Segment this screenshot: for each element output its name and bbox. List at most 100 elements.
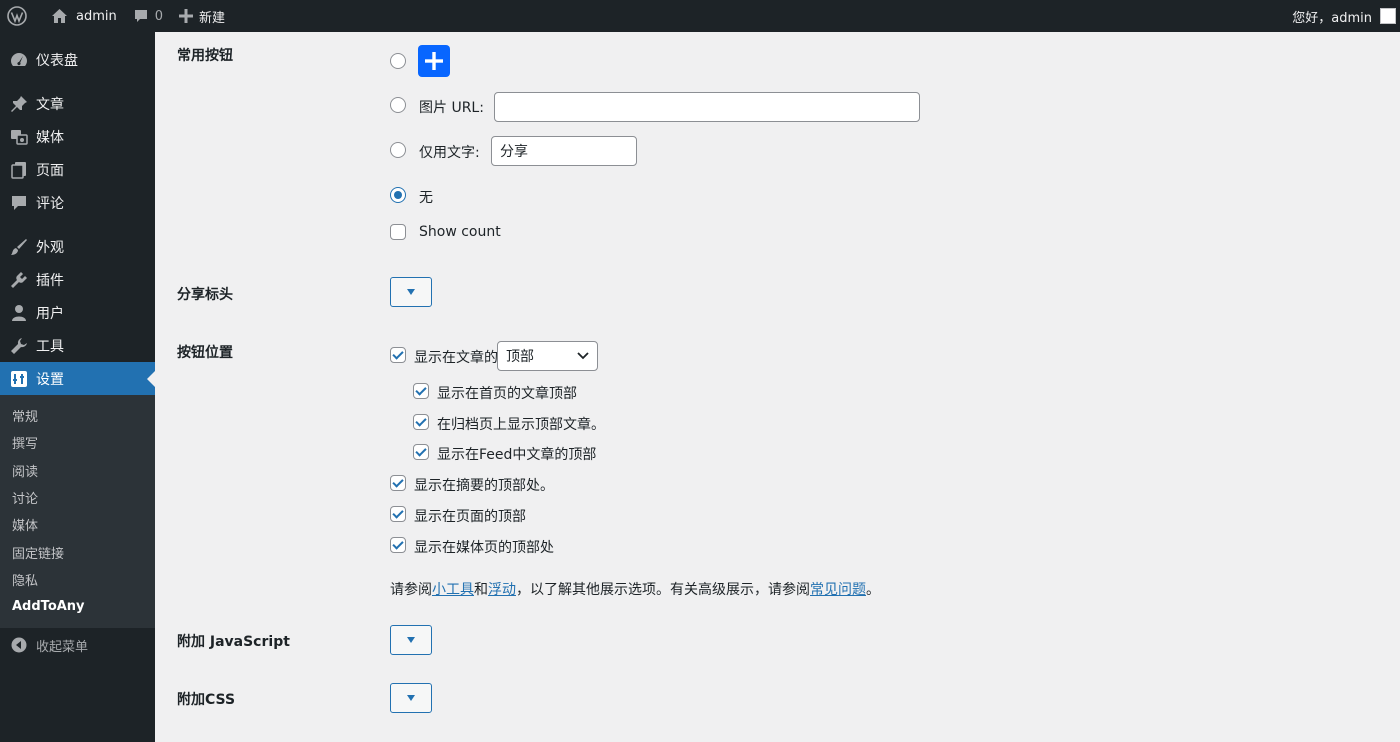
display-in-feed-checkbox[interactable] [413, 444, 429, 460]
sidebar-item-label: 页面 [36, 162, 64, 179]
image-url-input[interactable] [494, 92, 920, 122]
display-on-media-checkbox[interactable] [390, 537, 406, 553]
submenu-item-discussion[interactable]: 讨论 [0, 484, 155, 511]
help-text-part: 和 [474, 582, 488, 598]
sidebar-item-dashboard[interactable]: 仪表盘 [0, 43, 155, 76]
universal-button-label: 常用按钮 [177, 48, 233, 64]
wordpress-logo-icon [7, 6, 27, 26]
sidebar-item-appearance[interactable]: 外观 [0, 230, 155, 263]
sidebar-item-posts[interactable]: 文章 [0, 87, 155, 120]
display-on-posts-checkbox[interactable] [390, 347, 406, 363]
faq-link[interactable]: 常见问题 [810, 582, 866, 598]
comments-link[interactable]: 0 [125, 0, 171, 32]
admin-bar: admin 0 新建 您好，admin [0, 0, 1400, 32]
sidebar-item-media[interactable]: 媒体 [0, 120, 155, 153]
help-text-part: 请参阅 [390, 582, 432, 598]
submenu-item-privacy[interactable]: 隐私 [0, 566, 155, 593]
sidebar-item-users[interactable]: 用户 [0, 296, 155, 329]
display-on-excerpts-checkbox[interactable] [390, 475, 406, 491]
additional-css-toggle-button[interactable] [390, 683, 432, 713]
plus-icon [179, 9, 194, 23]
submenu-item-addtoany[interactable]: AddToAny [0, 593, 155, 620]
display-on-archive-label: 在归档页上显示顶部文章。 [437, 417, 605, 433]
floating-link[interactable]: 浮动 [488, 582, 516, 598]
sidebar-item-label: 仪表盘 [36, 52, 78, 69]
media-icon [11, 129, 28, 145]
brush-icon [11, 238, 27, 255]
additional-js-toggle-button[interactable] [390, 625, 432, 655]
show-count-checkbox[interactable] [390, 224, 406, 240]
collapse-menu-label: 收起菜单 [36, 639, 89, 655]
display-on-archive-checkbox[interactable] [413, 414, 429, 430]
sidebar-item-comments[interactable]: 评论 [0, 186, 155, 219]
sidebar-item-pages[interactable]: 页面 [0, 153, 155, 186]
image-url-label: 图片 URL: [419, 100, 484, 116]
button-option-text-only-radio[interactable] [390, 142, 406, 158]
site-name-link[interactable]: admin [37, 0, 125, 32]
submenu-item-reading[interactable]: 阅读 [0, 457, 155, 484]
sidebar-item-label: 插件 [36, 272, 64, 289]
wordpress-logo-button[interactable] [0, 0, 37, 32]
placement-help-text: 请参阅小工具和浮动，以了解其他展示选项。有关高级展示，请参阅常见问题。 [390, 579, 880, 599]
settings-form: 常用按钮 图片 URL: 仅用文字: 无 Show count 分享标头 按钮位… [155, 32, 1400, 742]
comments-count: 0 [154, 8, 164, 24]
submenu-item-permalinks[interactable]: 固定链接 [0, 538, 155, 565]
submenu-item-general[interactable]: 常规 [0, 402, 155, 429]
text-only-label: 仅用文字: [419, 145, 480, 161]
share-header-label: 分享标头 [177, 287, 233, 303]
avatar [1380, 8, 1396, 24]
sidebar-item-label: 设置 [36, 371, 64, 388]
display-on-excerpts-label: 显示在摘要的顶部处。 [414, 478, 554, 494]
site-name: admin [76, 8, 117, 24]
user-icon [12, 304, 26, 321]
widgets-link[interactable]: 小工具 [432, 582, 474, 598]
additional-js-label: 附加 JavaScript [177, 634, 290, 650]
share-header-toggle-button[interactable] [390, 277, 432, 307]
settings-icon [11, 370, 27, 387]
settings-submenu: 常规 撰写 阅读 讨论 媒体 固定链接 隐私 AddToAny [0, 395, 155, 629]
sidebar-item-plugins[interactable]: 插件 [0, 263, 155, 296]
text-only-input[interactable] [491, 136, 637, 166]
caret-down-icon [407, 695, 415, 701]
page-icon [11, 161, 26, 179]
sidebar-item-label: 用户 [36, 305, 64, 322]
collapse-menu-button[interactable]: 收起菜单 [0, 628, 155, 662]
plus-icon [425, 52, 443, 70]
posts-position-value: 顶部 [506, 349, 534, 365]
button-option-none-radio[interactable] [390, 187, 406, 203]
home-icon [52, 9, 67, 23]
admin-sidebar: 仪表盘 文章 媒体 页面 评论 外观 插件 用户 工具 设置 常规 撰写 阅读 [0, 32, 155, 742]
display-on-pages-label: 显示在页面的顶部 [414, 509, 526, 525]
sidebar-item-settings[interactable]: 设置 [0, 362, 155, 395]
my-account-link[interactable]: 您好，admin [1292, 7, 1400, 26]
comment-icon [12, 195, 26, 210]
display-in-feed-label: 显示在Feed中文章的顶部 [437, 447, 597, 463]
display-on-pages-checkbox[interactable] [390, 506, 406, 522]
none-label: 无 [419, 190, 433, 206]
button-option-default-radio[interactable] [390, 53, 406, 69]
dashboard-icon [11, 52, 27, 66]
comment-bubble-icon [134, 10, 147, 22]
new-content-link[interactable]: 新建 [171, 0, 233, 32]
sidebar-item-tools[interactable]: 工具 [0, 329, 155, 362]
collapse-arrow-icon [11, 637, 27, 653]
posts-position-select[interactable]: 顶部 [497, 341, 598, 371]
button-placement-label: 按钮位置 [177, 345, 233, 361]
additional-css-label: 附加CSS [177, 692, 236, 708]
sidebar-item-label: 评论 [36, 195, 64, 212]
plugin-icon [11, 271, 27, 288]
submenu-item-media[interactable]: 媒体 [0, 511, 155, 538]
caret-down-icon [407, 637, 415, 643]
help-text-part: ，以了解其他展示选项。有关高级展示，请参阅 [516, 582, 810, 598]
greeting: 您好，admin [1292, 10, 1372, 26]
button-option-image-url-radio[interactable] [390, 97, 406, 113]
sidebar-item-label: 工具 [36, 338, 64, 355]
default-share-button-preview [418, 45, 450, 77]
show-count-label: Show count [419, 224, 501, 240]
display-on-posts-label: 显示在文章的 [414, 350, 498, 366]
submenu-item-writing[interactable]: 撰写 [0, 429, 155, 456]
new-label: 新建 [199, 10, 226, 26]
display-on-home-checkbox[interactable] [413, 383, 429, 399]
pin-icon [11, 95, 27, 112]
caret-down-icon [407, 289, 415, 295]
